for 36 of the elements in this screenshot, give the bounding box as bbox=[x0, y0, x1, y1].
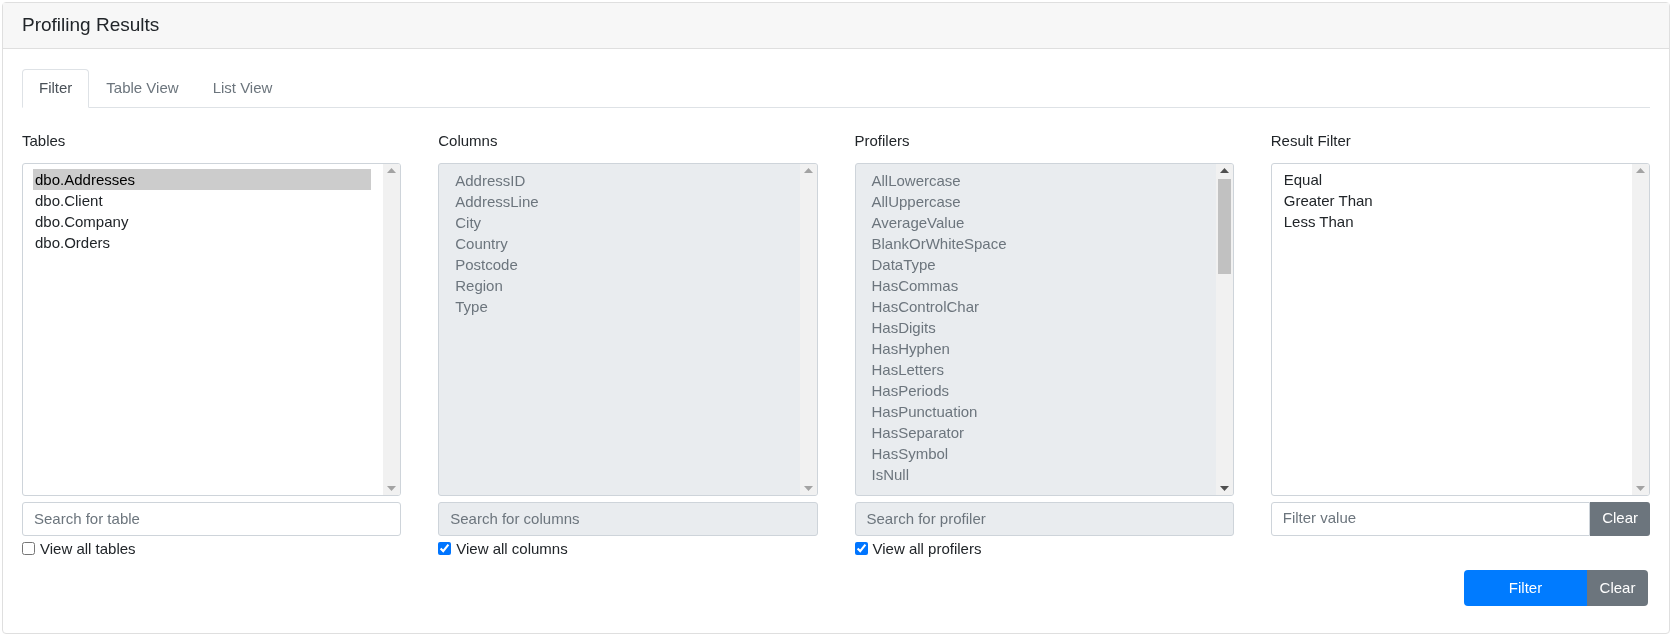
arrow-up-icon bbox=[1219, 167, 1229, 173]
list-item[interactable]: dbo.Orders bbox=[33, 231, 372, 253]
clear-button[interactable]: Clear bbox=[1587, 570, 1648, 606]
scrollbar[interactable] bbox=[383, 163, 401, 495]
search-field[interactable]: Filter value bbox=[1270, 501, 1591, 536]
list-item[interactable]: Less Than bbox=[1281, 210, 1620, 232]
checkbox-label: View all tables bbox=[40, 538, 136, 559]
tab[interactable]: List View bbox=[195, 69, 290, 108]
tab[interactable]: Filter bbox=[22, 69, 90, 108]
arrow-down-icon bbox=[387, 485, 397, 491]
arrow-up-icon bbox=[1636, 167, 1645, 173]
list-item[interactable]: dbo.Addresses bbox=[33, 168, 372, 190]
filter-button[interactable]: Filter bbox=[1464, 570, 1587, 606]
checkbox-label: View all profilers bbox=[872, 538, 982, 559]
panel-label: Columns bbox=[438, 131, 499, 151]
clear-button[interactable]: Clear bbox=[1590, 501, 1650, 536]
panel-label: Profilers bbox=[854, 131, 911, 151]
search-field[interactable]: Search for table bbox=[22, 501, 402, 536]
list-item[interactable]: dbo.Client bbox=[33, 189, 372, 211]
arrow-down-icon bbox=[803, 485, 813, 491]
arrow-down-icon bbox=[1636, 485, 1645, 491]
panel-label: Result Filter bbox=[1270, 131, 1352, 151]
list-item[interactable]: Equal bbox=[1281, 168, 1620, 190]
scrollbar[interactable] bbox=[1632, 163, 1649, 495]
checkbox[interactable] bbox=[22, 542, 35, 556]
arrow-up-icon bbox=[387, 167, 397, 173]
checkbox-label: View all columns bbox=[456, 538, 568, 559]
list-item[interactable]: Greater Than bbox=[1281, 189, 1620, 211]
list-box[interactable]: dbo.Addresses dbo.Client dbo.Company dbo.Orders bbox=[22, 162, 402, 496]
tab[interactable]: Table View bbox=[89, 69, 196, 108]
panel-label: Tables bbox=[22, 131, 67, 151]
list-box[interactable]: Equal Greater Than Less Than bbox=[1270, 162, 1650, 496]
arrow-up-icon bbox=[803, 167, 813, 173]
arrow-down-icon bbox=[1219, 485, 1229, 491]
list-item[interactable]: dbo.Company bbox=[33, 210, 372, 232]
card-title: Profiling Results bbox=[22, 13, 160, 38]
